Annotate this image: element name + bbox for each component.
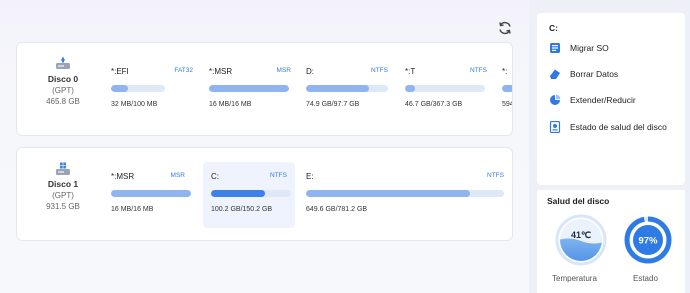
menu-item-label: Estado de salud del disco: [570, 122, 667, 132]
refresh-icon[interactable]: [497, 20, 513, 36]
usage-bar: [502, 85, 512, 92]
health-state-gauge: 97%: [624, 216, 672, 264]
menu-wipe-data[interactable]: Borrar Datos: [549, 66, 618, 82]
partition-usage: 649.6 GB/781.2 GB: [306, 206, 368, 213]
disk-health-panel: Salud del disco 41℃ Temperatura 97% Esta…: [537, 190, 685, 293]
windows-drive-icon: [56, 162, 70, 175]
disk-map-panel: Disco 0 (GPT) 465.8 GB *:EFI FAT32 32 MB…: [0, 0, 529, 293]
disk-info: Disco 0 (GPT) 465.8 GB: [29, 57, 97, 106]
menu-item-label: Extender/Reducir: [570, 95, 636, 105]
usage-bar-fill: [111, 190, 191, 197]
partition-label: *:MSR: [209, 67, 233, 76]
partition-usage: 594: [502, 101, 513, 108]
migrate-os-icon: [550, 43, 560, 53]
disk-capacity: 931.5 GB: [46, 202, 80, 211]
filesystem-badge: NTFS: [371, 67, 388, 74]
partition-label: D:: [306, 67, 314, 76]
usage-bar: [211, 190, 291, 197]
partition-d[interactable]: D: NTFS 74.9 GB/97.7 GB: [298, 57, 394, 123]
partition-label: *:MSR: [111, 172, 135, 181]
usage-bar: [306, 85, 388, 92]
pie-resize-icon: [550, 94, 561, 105]
disk-card-0[interactable]: Disco 0 (GPT) 465.8 GB *:EFI FAT32 32 MB…: [16, 42, 513, 136]
partition-efi[interactable]: *:EFI FAT32 32 MB/100 MB: [103, 57, 199, 123]
menu-resize[interactable]: Extender/Reducir: [549, 92, 636, 108]
disk-name: Disco 0: [47, 74, 79, 84]
filesystem-badge: MSR: [170, 172, 185, 179]
temperature-gauge: 41℃: [555, 214, 607, 266]
partition-label: E:: [306, 172, 314, 181]
usage-bar: [306, 190, 504, 197]
filesystem-badge: NTFS: [270, 172, 287, 179]
usage-bar-fill: [502, 85, 512, 92]
partition-msr[interactable]: *:MSR MSR 16 MB/16 MB: [103, 162, 199, 228]
disk-capacity: 465.8 GB: [46, 97, 80, 106]
usage-bar-fill: [405, 85, 416, 92]
usage-bar: [111, 190, 191, 197]
menu-migrate-os[interactable]: Migrar SO: [549, 40, 609, 56]
partition-label: *:: [502, 67, 508, 76]
partition-t[interactable]: *:T NTFS 46.7 GB/367.3 GB: [397, 57, 493, 123]
usage-bar-fill: [209, 85, 289, 92]
disk-health-icon: [549, 121, 561, 133]
usage-bar-fill: [306, 85, 370, 92]
temperature-value: 41℃: [571, 230, 591, 240]
disk-partition-style: (GPT): [52, 191, 74, 200]
partition-actions-panel: C: Migrar SO Borrar Datos Extender/Reduc…: [537, 13, 685, 185]
partition-usage: 16 MB/16 MB: [209, 101, 252, 108]
partition-msr[interactable]: *:MSR MSR 16 MB/16 MB: [201, 57, 297, 123]
usage-bar-fill: [306, 190, 471, 197]
drive-icon: [56, 57, 70, 69]
health-state-label: Estado: [633, 274, 658, 283]
disk-partition-style: (GPT): [52, 86, 74, 95]
menu-item-label: Migrar SO: [570, 43, 609, 53]
disk-health-title: Salud del disco: [547, 196, 610, 206]
usage-bar-fill: [111, 85, 129, 92]
partition-usage: 32 MB/100 MB: [111, 101, 158, 108]
usage-bar: [209, 85, 289, 92]
disk-info: Disco 1 (GPT) 931.5 GB: [29, 162, 97, 211]
temperature-label: Temperatura: [552, 274, 597, 283]
partition-usage: 16 MB/16 MB: [111, 206, 154, 213]
partition-usage: 100.2 GB/150.2 GB: [211, 206, 273, 213]
filesystem-badge: NTFS: [487, 172, 504, 179]
disk-name: Disco 1: [47, 179, 79, 189]
partition-c-selected[interactable]: C: NTFS 100.2 GB/150.2 GB: [203, 162, 295, 228]
filesystem-badge: NTFS: [470, 67, 487, 74]
partition-e[interactable]: E: NTFS 649.6 GB/781.2 GB: [298, 162, 508, 228]
selected-partition-title: C:: [549, 23, 558, 33]
eraser-icon: [550, 69, 560, 79]
partition-label: *:T: [405, 67, 416, 76]
menu-item-label: Borrar Datos: [570, 69, 619, 79]
usage-bar: [405, 85, 485, 92]
filesystem-badge: FAT32: [174, 67, 193, 74]
partition-unlabeled[interactable]: *: 594: [494, 57, 513, 123]
partition-label: *:EFI: [111, 67, 129, 76]
filesystem-badge: MSR: [276, 67, 291, 74]
menu-disk-health[interactable]: Estado de salud del disco: [549, 119, 667, 135]
partition-usage: 74.9 GB/97.7 GB: [306, 101, 360, 108]
usage-bar: [111, 85, 165, 92]
partition-usage: 46.7 GB/367.3 GB: [405, 101, 463, 108]
partition-label: C:: [211, 172, 219, 181]
health-state-value: 97%: [638, 236, 658, 247]
usage-bar-fill: [211, 190, 265, 197]
disk-card-1[interactable]: Disco 1 (GPT) 931.5 GB *:MSR MSR 16 MB/1…: [16, 147, 513, 241]
